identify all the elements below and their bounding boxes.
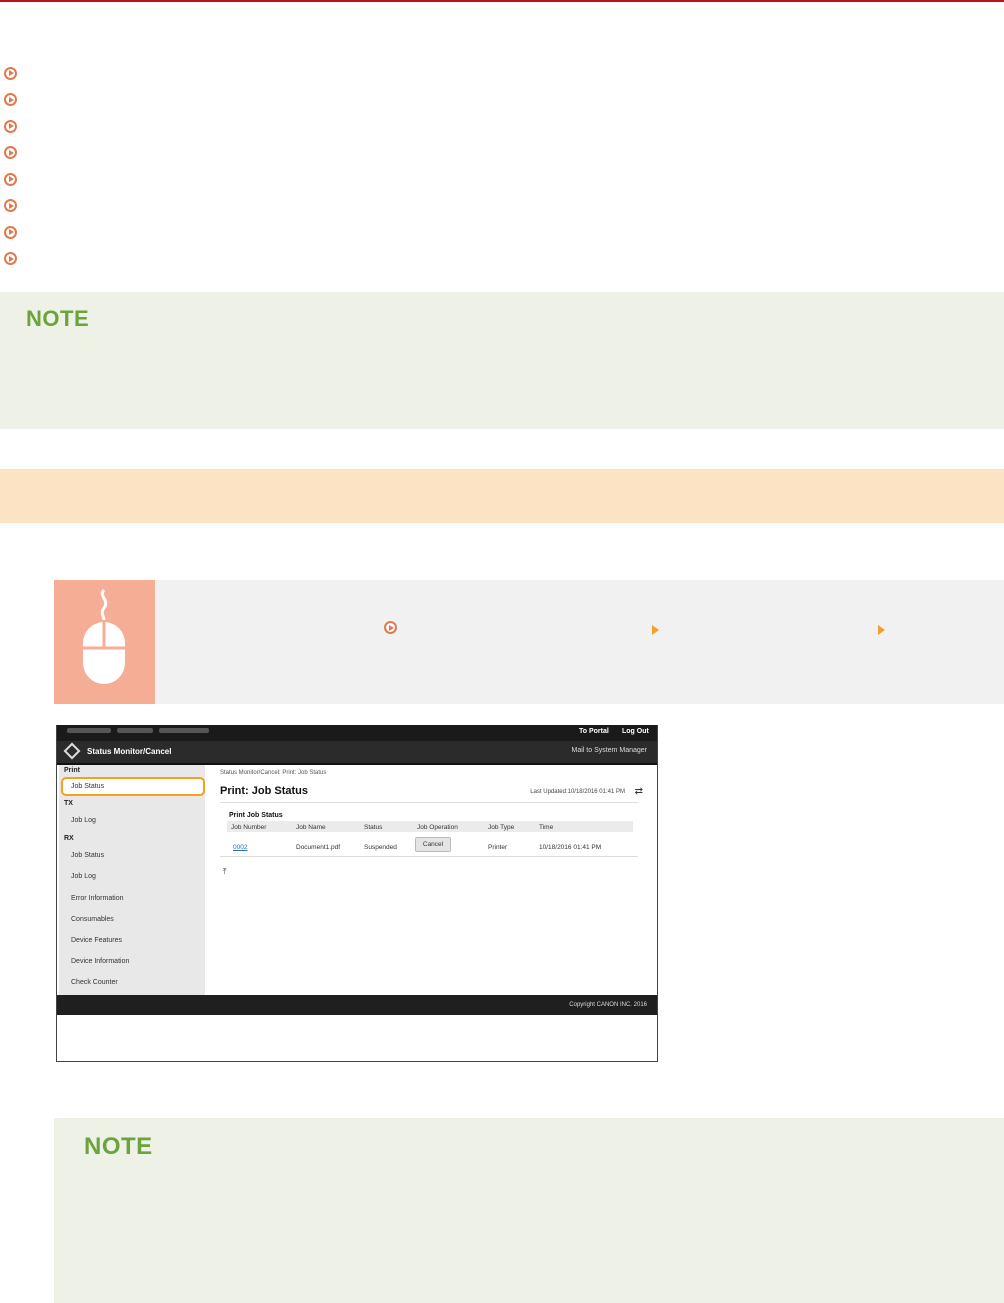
to-portal-link[interactable]: To Portal (579, 728, 609, 735)
divider (220, 856, 638, 857)
remote-ui-footer: Copyright CANON INC. 2016 (57, 995, 657, 1015)
link-list (4, 60, 17, 272)
orange-triangle-icon (878, 625, 885, 635)
circle-arrow-icon (4, 252, 17, 266)
job-number-link[interactable]: 0002 (233, 844, 247, 851)
sidebar-item-rx-job-status[interactable]: Job Status (71, 852, 104, 859)
section-title: Print Job Status (229, 812, 283, 819)
mail-to-system-manager-link[interactable]: Mail to System Manager (572, 747, 647, 754)
list-item[interactable] (4, 193, 17, 220)
circle-arrow-icon (4, 172, 17, 186)
blurred-breadcrumb (67, 728, 257, 735)
status-cell: Suspended (364, 844, 397, 851)
section-heading-band (0, 469, 1004, 523)
list-item[interactable] (4, 246, 17, 273)
diamond-logo-icon (63, 742, 81, 760)
column-header: Job Number (231, 824, 267, 831)
step-instruction (54, 580, 1004, 704)
list-item[interactable] (4, 60, 17, 87)
mouse-panel (54, 580, 155, 704)
orange-triangle-icon (652, 625, 659, 635)
remote-ui-screenshot: To Portal Log Out Status Monitor/Cancel … (56, 725, 658, 1062)
list-item[interactable] (4, 113, 17, 140)
list-item[interactable] (4, 87, 17, 114)
sidebar-item-print-job-status[interactable]: Job Status (71, 783, 104, 790)
sidebar-item-device-information[interactable]: Device Information (71, 958, 129, 965)
column-header: Job Operation (417, 824, 458, 831)
column-header: Job Type (488, 824, 515, 831)
header-rule (0, 0, 1004, 2)
column-header: Time (539, 824, 554, 831)
sidebar-item-device-features[interactable]: Device Features (71, 937, 122, 944)
sidebar-group-print: Print (64, 767, 80, 774)
last-updated-text: Last Updated:10/18/2016 01:41 PM (530, 789, 625, 795)
mouse-icon (83, 588, 125, 684)
job-type-cell: Printer (488, 844, 508, 851)
copyright-text: Copyright CANON INC. 2016 (569, 1002, 647, 1008)
circle-arrow-icon (4, 93, 17, 107)
sidebar-group-tx: TX (64, 800, 73, 807)
log-out-link[interactable]: Log Out (622, 728, 649, 735)
column-header: Job Name (296, 824, 326, 831)
remote-ui-title: Status Monitor/Cancel (87, 747, 172, 756)
back-to-top-icon[interactable]: ⤒ (223, 867, 227, 877)
refresh-icon[interactable]: ⇄ (635, 786, 643, 797)
remote-ui-main: Status Monitor/Cancel: Print: Job Status… (205, 765, 655, 995)
note-box: NOTE (0, 292, 1004, 429)
list-item[interactable] (4, 140, 17, 167)
blank-area (57, 1015, 657, 1061)
list-item[interactable] (4, 166, 17, 193)
sidebar-item-error-information[interactable]: Error Information (71, 895, 124, 902)
divider (220, 802, 638, 803)
remote-ui-top-bar: To Portal Log Out (57, 725, 657, 741)
circle-arrow-icon (4, 146, 17, 160)
column-header: Status (364, 824, 383, 831)
job-name-cell: Document1.pdf (296, 844, 341, 851)
sidebar-item-tx-job-log[interactable]: Job Log (71, 817, 96, 824)
note-title: NOTE (84, 1133, 153, 1160)
sidebar-group-rx: RX (64, 835, 74, 842)
circle-arrow-icon (4, 119, 17, 133)
remote-ui-header: Status Monitor/Cancel Mail to System Man… (57, 741, 657, 765)
remote-ui-sidebar: Print Job Status TX Job Log RX Job Statu… (59, 765, 205, 995)
circle-arrow-icon (4, 225, 17, 239)
circle-arrow-icon[interactable] (384, 621, 397, 634)
circle-arrow-icon (4, 199, 17, 213)
page-title: Print: Job Status (220, 785, 309, 797)
sidebar-item-consumables[interactable]: Consumables (71, 916, 114, 923)
breadcrumb: Status Monitor/Cancel: Print: Job Status (220, 770, 327, 776)
sidebar-item-rx-job-log[interactable]: Job Log (71, 873, 96, 880)
time-cell: 10/18/2016 01:41 PM (539, 844, 602, 851)
note-title: NOTE (26, 306, 90, 331)
cancel-button[interactable]: Cancel (415, 837, 451, 852)
circle-arrow-icon (4, 66, 17, 80)
sidebar-item-check-counter[interactable]: Check Counter (71, 979, 118, 986)
list-item[interactable] (4, 219, 17, 246)
note-box: NOTE (54, 1118, 1004, 1303)
